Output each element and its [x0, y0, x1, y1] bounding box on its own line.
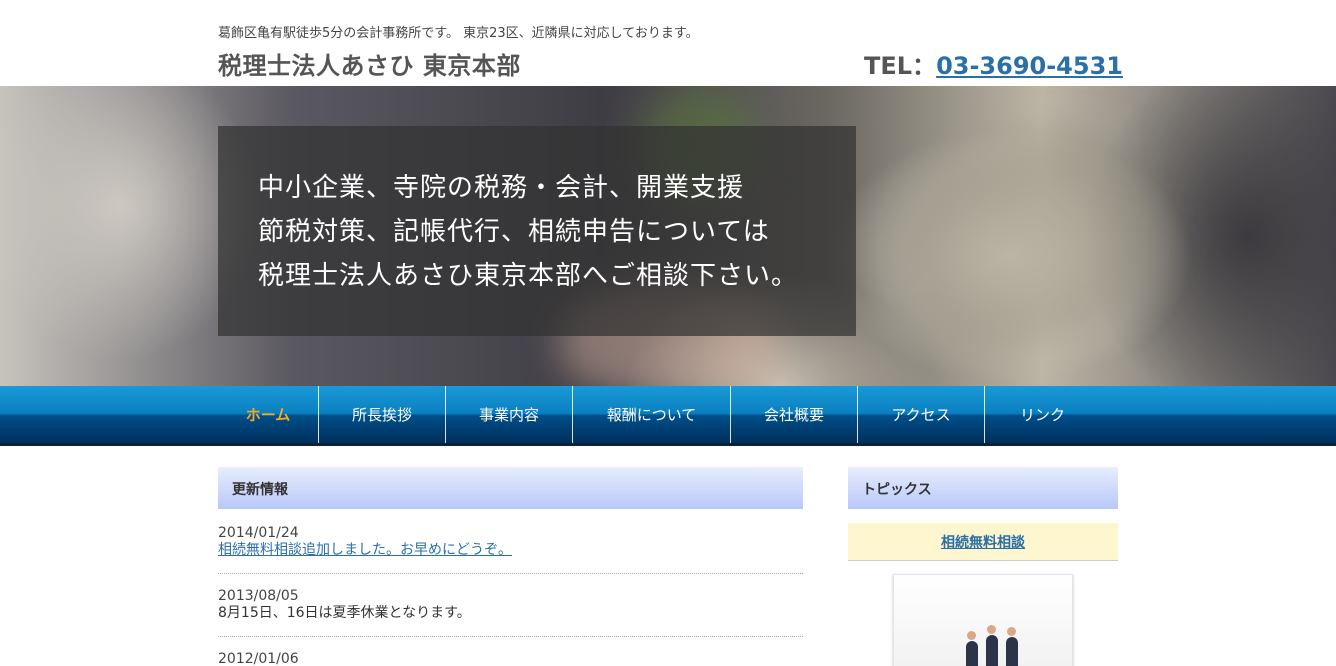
nav-item-greeting[interactable]: 所長挨拶	[319, 386, 446, 443]
tel-label: TEL：	[864, 52, 937, 80]
main-content: 更新情報 2014/01/24 相続無料相談追加しました。お早めにどうぞ。 20…	[218, 467, 803, 666]
topics-heading: トピックス	[848, 467, 1118, 509]
hero-banner: 中小企業、寺院の税務・会計、開業支援 節税対策、記帳代行、相続申告については 税…	[0, 86, 1336, 386]
site-title[interactable]: 税理士法人あさひ 東京本部	[218, 46, 521, 81]
news-item: 2012/01/06	[218, 651, 803, 666]
news-heading: 更新情報	[218, 467, 803, 509]
hero-line-3: 税理士法人あさひ東京本部へご相談下さい。	[258, 261, 799, 291]
news-date: 2013/08/05	[218, 588, 299, 604]
hero-bg-document	[873, 107, 1187, 385]
nav-item-services[interactable]: 事業内容	[446, 386, 573, 443]
news-item: 2013/08/05 8月15日、16日は夏季休業となります。	[218, 588, 803, 637]
news-link[interactable]: 相続無料相談追加しました。お早めにどうぞ。	[218, 542, 512, 558]
hero-line-2: 節税対策、記帳代行、相続申告については	[258, 217, 770, 247]
hero-message-box: 中小企業、寺院の税務・会計、開業支援 節税対策、記帳代行、相続申告については 税…	[218, 126, 856, 336]
news-text: 8月15日、16日は夏季休業となります。	[218, 605, 471, 621]
tel-block: TEL：03-3690-4531	[864, 46, 1123, 81]
figure-head	[1007, 627, 1016, 636]
tel-number-link[interactable]: 03-3690-4531	[936, 52, 1123, 80]
global-nav-items: ホーム 所長挨拶 事業内容 報酬について 会社概要 アクセス リンク	[218, 386, 1100, 443]
figure-head	[967, 631, 976, 640]
news-date: 2012/01/06	[218, 651, 299, 666]
hero-line-1: 中小企業、寺院の税務・会計、開業支援	[258, 173, 745, 203]
sidebar: トピックス 相続無料相談	[848, 467, 1118, 666]
site-tagline: 葛飾区亀有駅徒歩5分の会計事務所です。 東京23区、近隣県に対応しております。	[218, 26, 699, 41]
figure-head	[987, 625, 996, 634]
figure-person	[966, 631, 978, 666]
nav-item-links[interactable]: リンク	[985, 386, 1100, 443]
nav-item-home[interactable]: ホーム	[218, 386, 319, 443]
nav-item-company[interactable]: 会社概要	[731, 386, 858, 443]
figure-person	[1006, 627, 1018, 666]
figure-person	[986, 625, 998, 666]
topics-link-box: 相続無料相談	[848, 523, 1118, 561]
site-header: 葛飾区亀有駅徒歩5分の会計事務所です。 東京23区、近隣県に対応しております。 …	[0, 0, 1336, 86]
nav-item-access[interactable]: アクセス	[858, 386, 985, 443]
topics-businessmen-image[interactable]	[893, 574, 1073, 666]
nav-item-fees[interactable]: 報酬について	[573, 386, 731, 443]
inheritance-consultation-link[interactable]: 相続無料相談	[941, 532, 1025, 552]
global-nav: ホーム 所長挨拶 事業内容 報酬について 会社概要 アクセス リンク	[0, 386, 1336, 446]
news-text: 相続無料相談追加しました。お早めにどうぞ。	[218, 542, 803, 559]
news-list: 2014/01/24 相続無料相談追加しました。お早めにどうぞ。 2013/08…	[218, 525, 803, 666]
news-date: 2014/01/24	[218, 525, 299, 541]
news-item: 2014/01/24 相続無料相談追加しました。お早めにどうぞ。	[218, 525, 803, 574]
